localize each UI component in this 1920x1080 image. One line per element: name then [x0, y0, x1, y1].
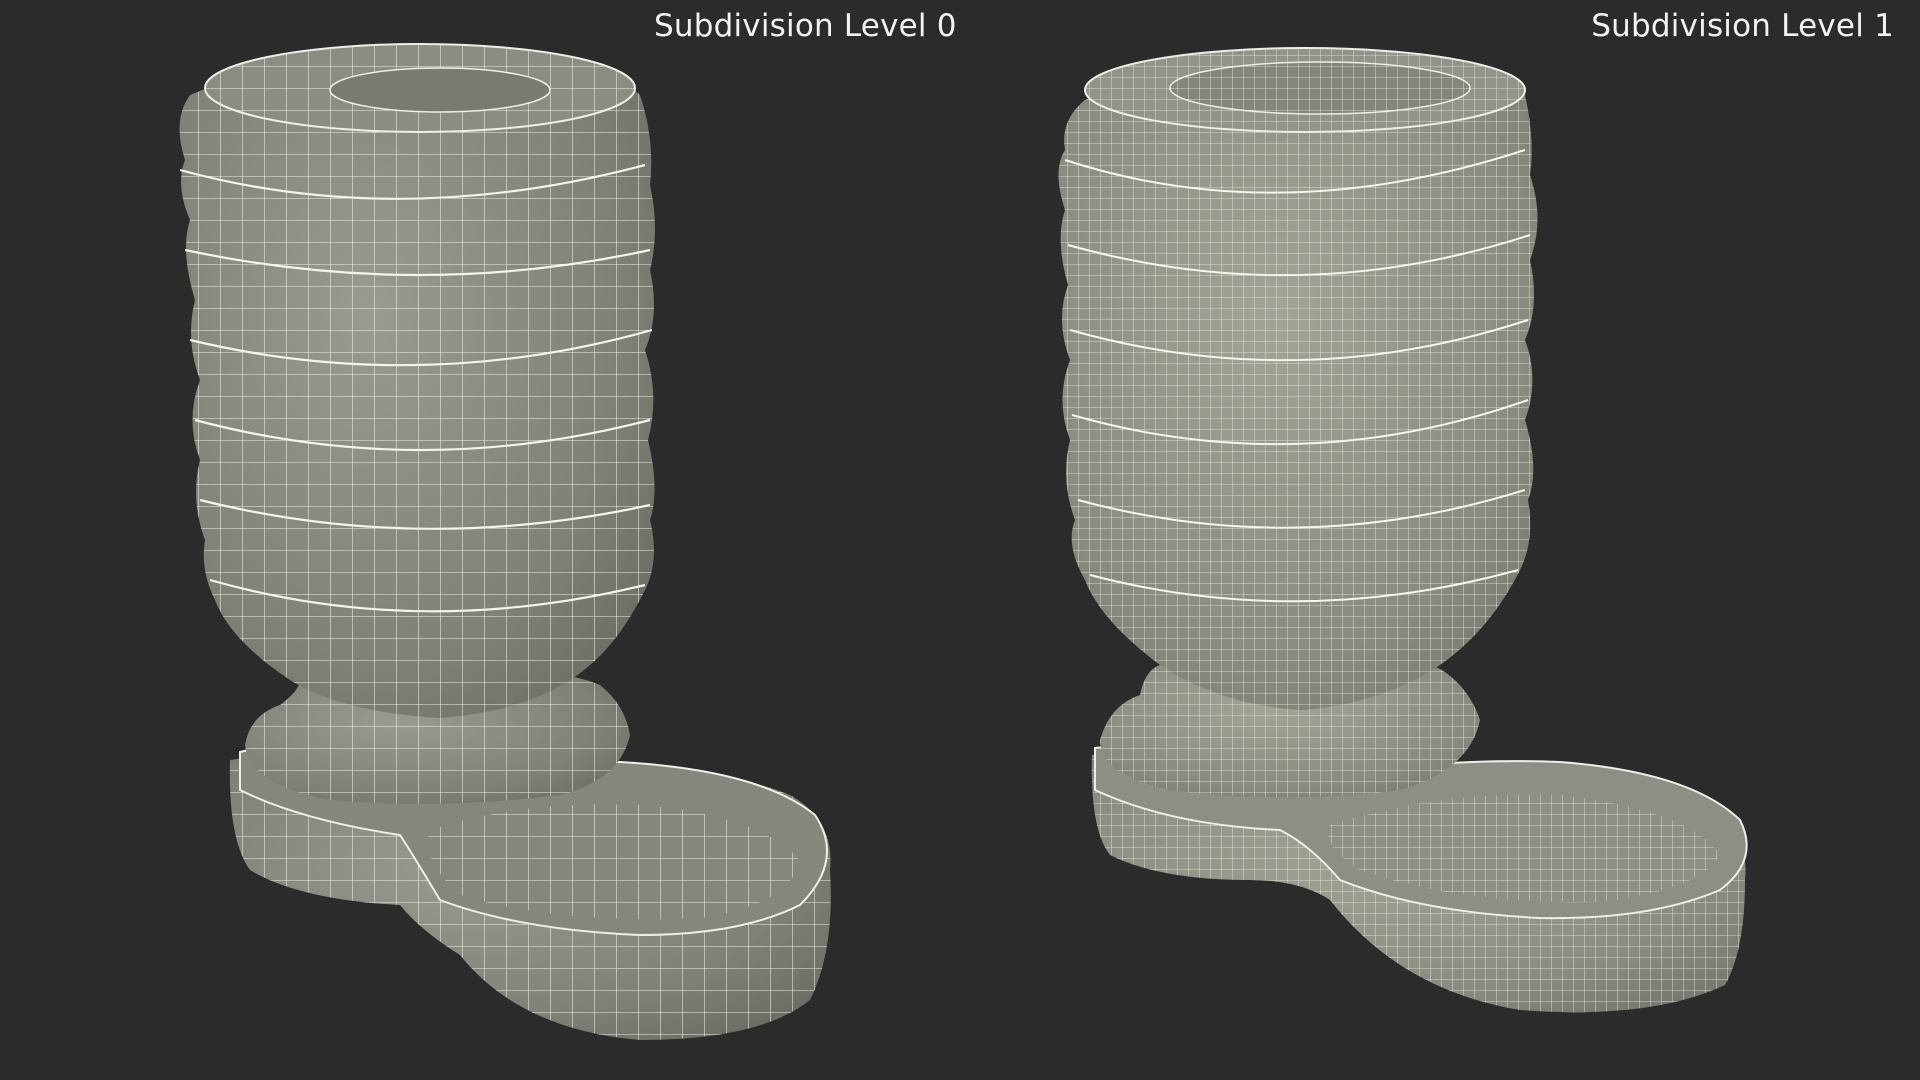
subdivision-level-1-label: Subdivision Level 1 [1591, 8, 1894, 44]
model-level-1 [1058, 47, 1748, 1013]
subdivision-level-0-label: Subdivision Level 0 [654, 8, 957, 44]
viewport-stage: Subdivision Level 0 Subdivision Level 1 [0, 0, 1920, 1080]
model-level-0 [179, 43, 831, 1040]
model-render-canvas [179, 43, 1748, 1040]
